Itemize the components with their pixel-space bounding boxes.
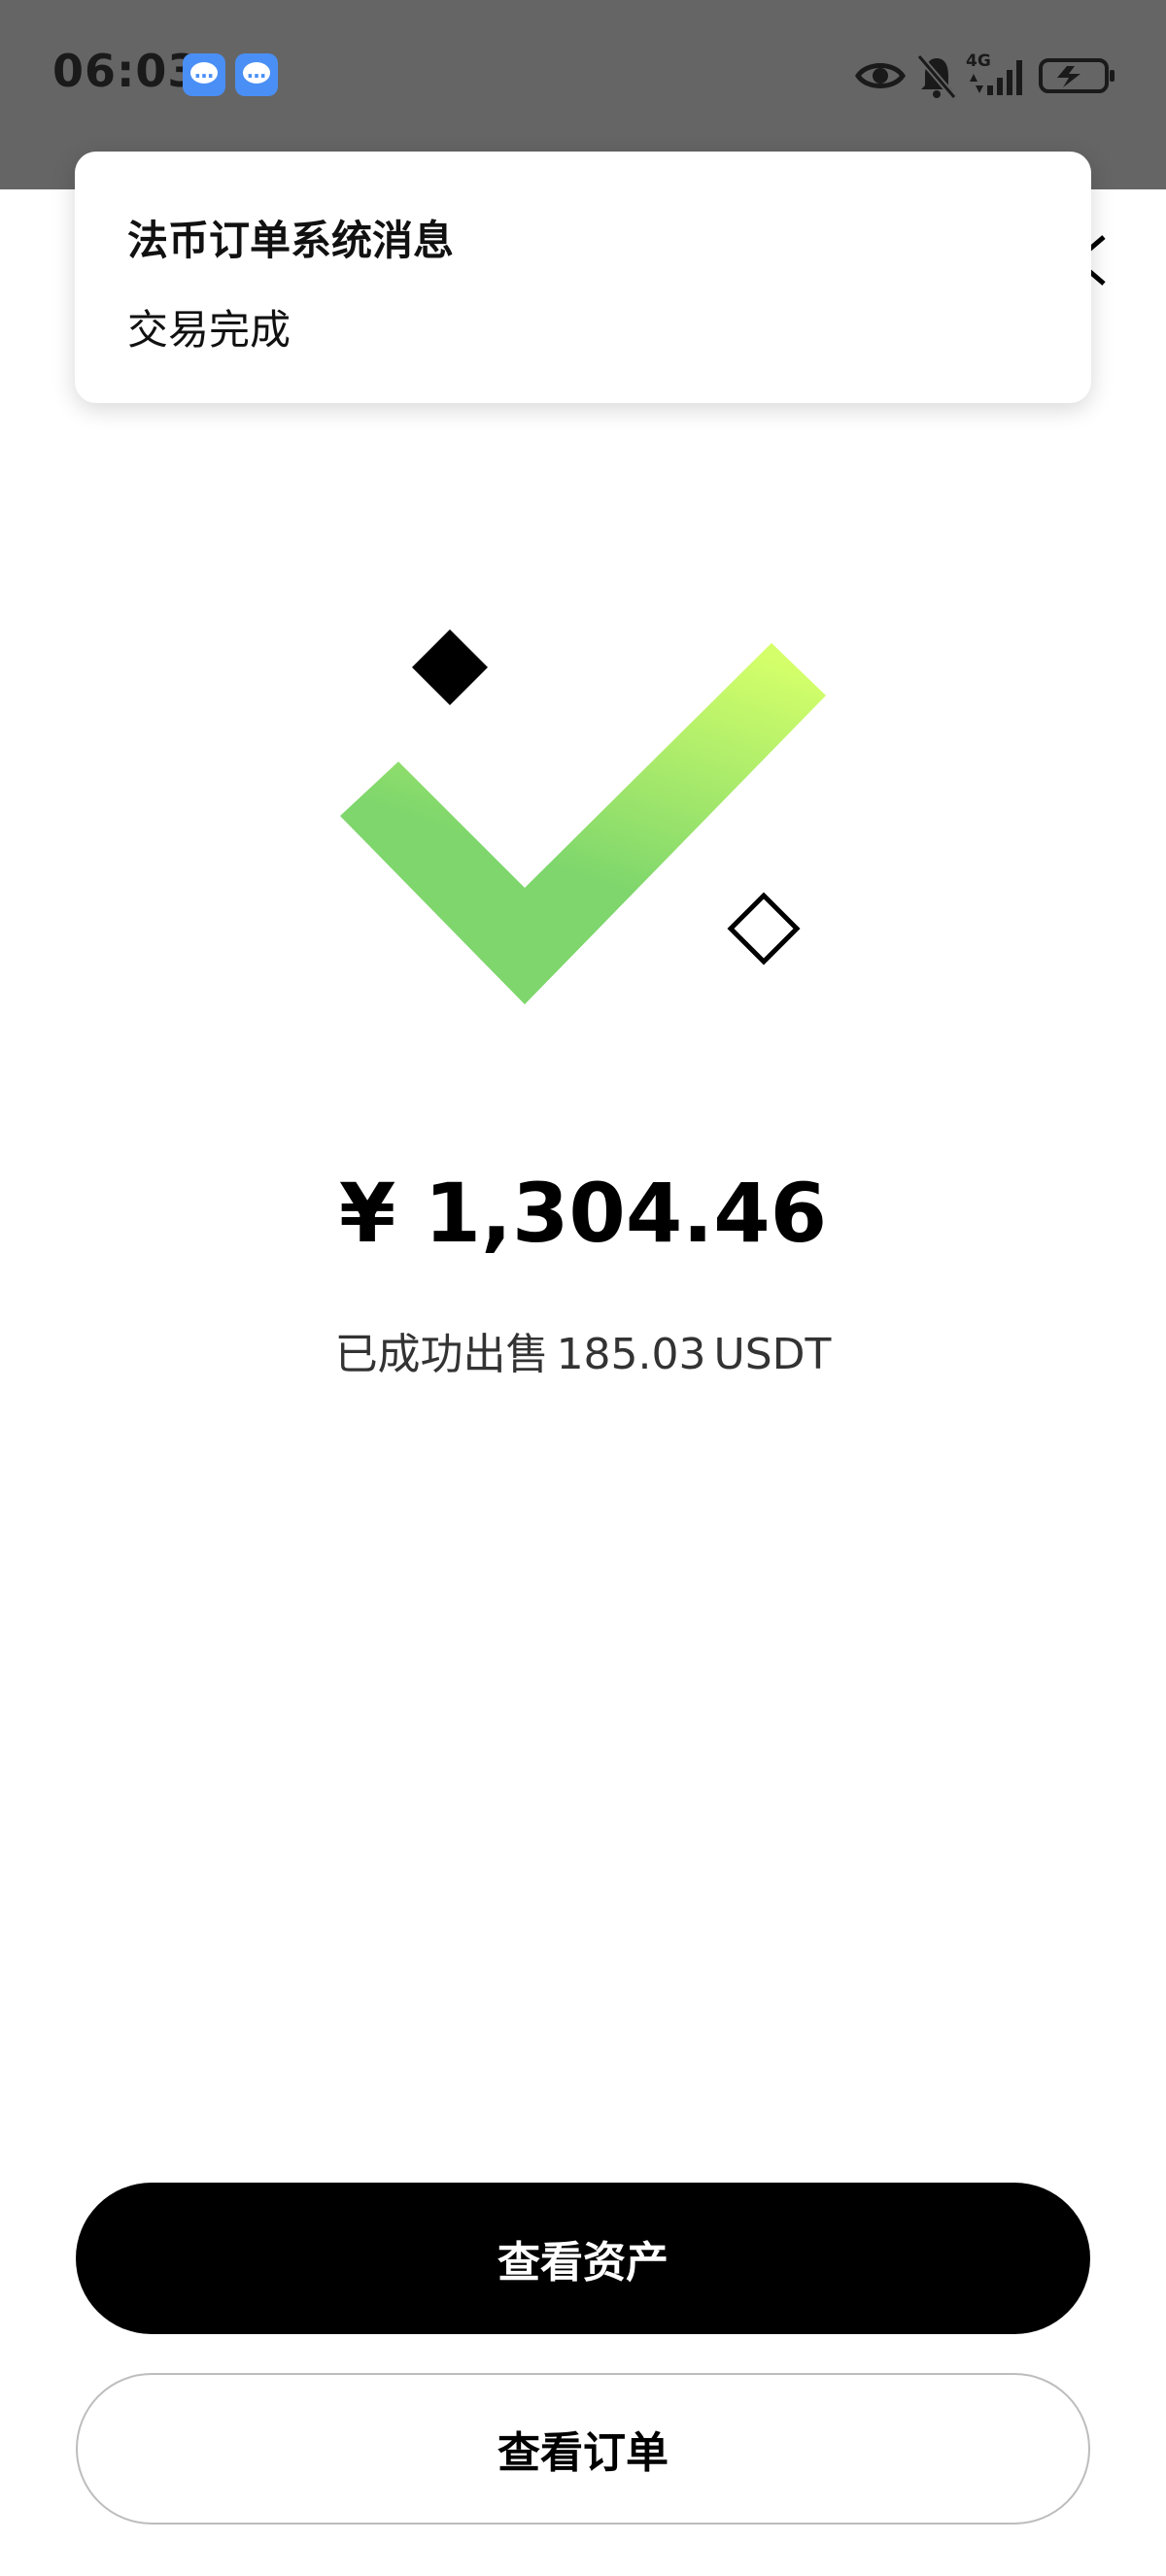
battery-charging-icon (1039, 58, 1115, 93)
signal-4g-icon: 4G (966, 51, 1022, 95)
fiat-amount: ¥ 1,304.46 (338, 1166, 828, 1261)
network-label: 4G (966, 51, 991, 71)
view-assets-button[interactable]: 查看资产 (76, 2183, 1090, 2334)
notification-body: 交易完成 (127, 306, 292, 354)
success-check-icon (340, 629, 826, 1004)
bell-muted-icon (916, 53, 957, 100)
sale-quantity: 185.03 (556, 1330, 706, 1379)
chat-notification-icon (235, 53, 278, 96)
order-complete-screen: 06:03 4G (0, 0, 1166, 2576)
status-icons: 4G (855, 49, 1117, 103)
system-notification-toast[interactable]: 法币订单系统消息 交易完成 (75, 152, 1091, 403)
sale-summary: 已成功出售 185.03 USDT (0, 1319, 1166, 1381)
chat-notification-icon (183, 53, 225, 96)
filled-diamond-icon (412, 629, 488, 705)
outline-diamond-icon (727, 892, 801, 966)
eye-icon (855, 63, 906, 88)
view-orders-button[interactable]: 查看订单 (76, 2373, 1090, 2525)
notification-title: 法币订单系统消息 (127, 217, 455, 264)
status-time: 06:03 (52, 45, 200, 97)
sale-description: 已成功出售 (334, 1330, 549, 1379)
sale-asset: USDT (713, 1330, 832, 1379)
